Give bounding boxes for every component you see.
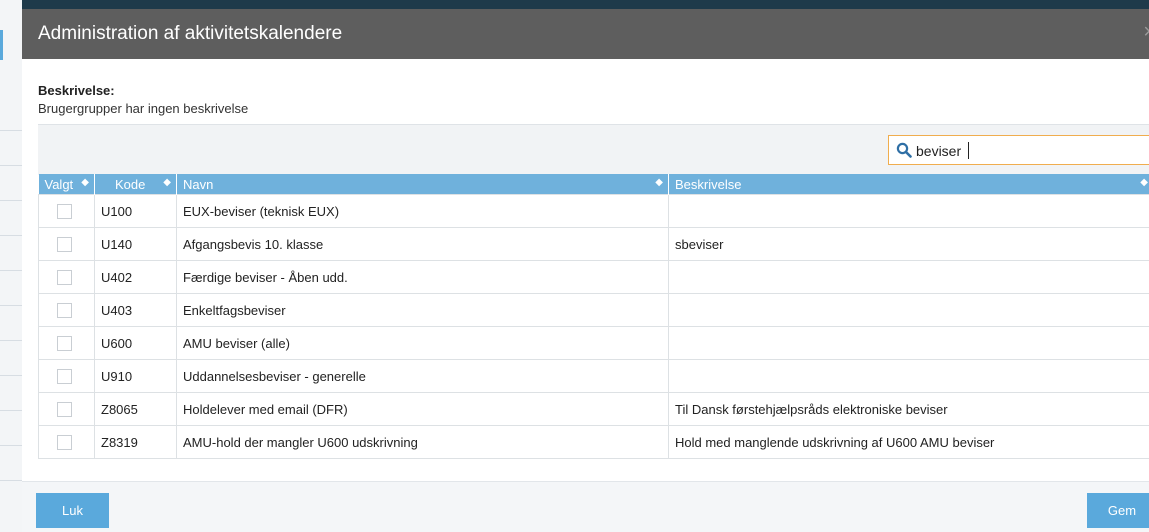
search-box[interactable] xyxy=(888,135,1149,165)
row-checkbox[interactable] xyxy=(57,402,72,418)
cell-kode: U403 xyxy=(94,293,177,327)
table-row[interactable]: U403 Enkeltfagsbeviser xyxy=(38,293,1149,327)
cell-beskrivelse xyxy=(668,293,1149,327)
cell-beskrivelse: sbeviser xyxy=(668,227,1149,261)
row-checkbox[interactable] xyxy=(57,369,72,385)
column-label: Kode xyxy=(115,176,146,192)
table-row[interactable]: U100 EUX-beviser (teknisk EUX) xyxy=(38,194,1149,228)
dialog-header: Administration af aktivitetskalendere × xyxy=(22,9,1149,59)
cell-kode: U402 xyxy=(94,260,177,294)
column-label: Beskrivelse xyxy=(675,176,742,192)
cell-beskrivelse xyxy=(668,359,1149,393)
search-icon xyxy=(896,142,912,158)
cell-kode: Z8065 xyxy=(94,392,177,426)
save-button[interactable]: Gem xyxy=(1087,493,1149,528)
row-checkbox[interactable] xyxy=(57,336,72,352)
table-row[interactable]: U402 Færdige beviser - Åben udd. xyxy=(38,260,1149,294)
text-caret xyxy=(968,142,969,159)
table-row[interactable]: Z8319 AMU-hold der mangler U600 udskrivn… xyxy=(38,425,1149,459)
cell-navn: AMU-hold der mangler U600 udskrivning xyxy=(176,425,669,459)
row-checkbox[interactable] xyxy=(57,270,72,286)
cell-beskrivelse: Til Dansk førstehjælpsråds elektroniske … xyxy=(668,392,1149,426)
sort-icon: ◆ xyxy=(163,177,171,188)
description-label: Beskrivelse: xyxy=(38,83,115,98)
column-label: Valgt xyxy=(44,176,74,192)
cell-kode: U100 xyxy=(94,194,177,228)
cell-navn: Afgangsbevis 10. klasse xyxy=(176,227,669,261)
column-header-navn[interactable]: Navn ◆ xyxy=(176,174,669,195)
activity-calendar-dialog: Administration af aktivitetskalendere × … xyxy=(22,9,1149,532)
cell-kode: Z8319 xyxy=(94,425,177,459)
table-row[interactable]: U140 Afgangsbevis 10. klasse sbeviser xyxy=(38,227,1149,261)
cell-navn: EUX-beviser (teknisk EUX) xyxy=(176,194,669,228)
row-checkbox[interactable] xyxy=(57,435,72,451)
cell-beskrivelse xyxy=(668,194,1149,228)
cell-navn: Færdige beviser - Åben udd. xyxy=(176,260,669,294)
column-header-valgt[interactable]: Valgt ◆ xyxy=(38,174,95,195)
sort-icon: ◆ xyxy=(1140,177,1148,188)
cell-navn: Holdelever med email (DFR) xyxy=(176,392,669,426)
dialog-title: Administration af aktivitetskalendere xyxy=(38,23,343,44)
sort-icon: ◆ xyxy=(81,177,89,188)
cell-navn: AMU beviser (alle) xyxy=(176,326,669,360)
dialog-footer: Luk Gem xyxy=(22,481,1149,532)
sort-icon: ◆ xyxy=(655,177,663,188)
cell-navn: Uddannelsesbeviser - generelle xyxy=(176,359,669,393)
table-row[interactable]: Z8065 Holdelever med email (DFR) Til Dan… xyxy=(38,392,1149,426)
table-header-row: Valgt ◆ Kode ◆ Navn ◆ Beskrivelse ◆ xyxy=(38,174,1149,195)
cell-kode: U600 xyxy=(94,326,177,360)
cell-beskrivelse xyxy=(668,260,1149,294)
column-header-kode[interactable]: Kode ◆ xyxy=(94,174,177,195)
column-label: Navn xyxy=(183,176,214,192)
description-text: Brugergrupper har ingen beskrivelse xyxy=(38,101,249,116)
cell-navn: Enkeltfagsbeviser xyxy=(176,293,669,327)
cell-beskrivelse: Hold med manglende udskrivning af U600 A… xyxy=(668,425,1149,459)
cell-kode: U910 xyxy=(94,359,177,393)
user-groups-table: Valgt ◆ Kode ◆ Navn ◆ Beskrivelse ◆ U100 EUX… xyxy=(38,174,1149,459)
row-checkbox[interactable] xyxy=(57,303,72,319)
table-toolbar xyxy=(38,124,1149,175)
search-input[interactable] xyxy=(916,141,1146,161)
table-row[interactable]: U910 Uddannelsesbeviser - generelle xyxy=(38,359,1149,393)
column-header-beskrivelse[interactable]: Beskrivelse ◆ xyxy=(668,174,1149,195)
close-button[interactable]: Luk xyxy=(36,493,109,528)
cell-beskrivelse xyxy=(668,326,1149,360)
background-page-strip xyxy=(0,0,22,532)
table-row[interactable]: U600 AMU beviser (alle) xyxy=(38,326,1149,360)
row-checkbox[interactable] xyxy=(57,204,72,220)
cell-kode: U140 xyxy=(94,227,177,261)
close-icon[interactable]: × xyxy=(1143,21,1149,44)
row-checkbox[interactable] xyxy=(57,237,72,253)
